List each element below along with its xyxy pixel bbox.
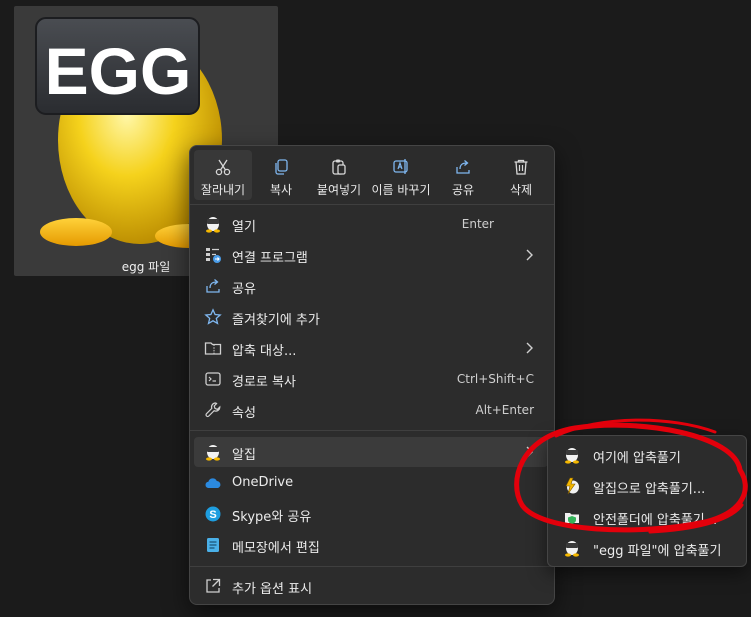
rename-icon — [393, 159, 408, 174]
menu-item-edit-notepad[interactable]: 메모장에서 편집 — [194, 530, 548, 560]
menu-item-open-shortcut: Enter — [461, 217, 494, 231]
menu-separator — [190, 430, 554, 431]
trash-icon — [514, 159, 528, 175]
more-options-icon — [206, 578, 221, 593]
context-menu: 잘라내기 복사 붙여넣기 이름 바꾸기 공유 삭제 열기 Enter 연결 프로… — [189, 145, 555, 605]
paste-icon — [332, 159, 346, 175]
alzip-icon — [565, 541, 579, 557]
rename-button[interactable]: 이름 바꾸기 — [371, 150, 431, 200]
menu-item-share-label: 공유 — [232, 282, 256, 297]
chevron-right-icon — [526, 249, 533, 261]
alzip-submenu: 여기에 압축풀기 알집으로 압축풀기... 안전폴더에 압축풀기... "egg… — [547, 435, 747, 567]
menu-item-properties-label: 속성 — [232, 406, 256, 421]
zip-folder-icon — [204, 342, 222, 355]
menu-item-share[interactable]: 공유 — [194, 271, 548, 301]
submenu-item-extract-here-label: 여기에 압축풀기 — [593, 451, 681, 466]
menu-separator — [190, 566, 554, 567]
share-icon — [206, 279, 220, 293]
copy-icon — [275, 159, 288, 175]
submenu-item-extract-safe-folder-label: 안전폴더에 압축풀기... — [593, 513, 718, 528]
alzip-icon — [565, 448, 579, 464]
menu-item-open-with-label: 연결 프로그램 — [232, 251, 308, 266]
alzip-icon — [206, 445, 220, 461]
menu-item-alzip[interactable]: 알집 — [194, 437, 548, 467]
scissors-icon — [215, 159, 231, 176]
submenu-item-extract-to-folder-label: "egg 파일"에 압축풀기 — [593, 544, 722, 559]
menu-item-add-favorite[interactable]: 즐겨찾기에 추가 — [194, 302, 548, 332]
chevron-right-icon — [526, 446, 533, 458]
menu-item-alzip-label: 알집 — [232, 448, 256, 463]
menu-separator — [190, 204, 554, 205]
menu-item-skype-share-label: Skype와 공유 — [232, 510, 312, 525]
skype-icon: S — [205, 506, 221, 522]
menu-item-properties[interactable]: 속성 Alt+Enter — [194, 395, 548, 425]
menu-item-add-favorite-label: 즐겨찾기에 추가 — [232, 313, 320, 328]
menu-item-copy-path-shortcut: Ctrl+Shift+C — [456, 372, 534, 386]
submenu-item-extract-with-alzip[interactable]: 알집으로 압축풀기... — [551, 471, 743, 501]
submenu-item-extract-with-alzip-label: 알집으로 압축풀기... — [593, 482, 706, 497]
submenu-item-extract-to-folder[interactable]: "egg 파일"에 압축풀기 — [551, 533, 743, 563]
delete-button[interactable]: 삭제 — [492, 150, 550, 200]
menu-item-copy-path-label: 경로로 복사 — [232, 375, 296, 390]
alzip-bolt-icon — [565, 477, 579, 495]
paste-button[interactable]: 붙여넣기 — [310, 150, 368, 200]
menu-item-edit-notepad-label: 메모장에서 편집 — [232, 541, 320, 556]
menu-item-open[interactable]: 열기 Enter — [194, 209, 548, 239]
star-icon — [204, 308, 222, 325]
alzip-icon — [206, 217, 220, 233]
menu-item-onedrive-label: OneDrive — [232, 475, 294, 490]
onedrive-icon — [205, 478, 221, 488]
menu-item-more-options-label: 추가 옵션 표시 — [232, 582, 313, 597]
submenu-item-extract-here[interactable]: 여기에 압축풀기 — [551, 440, 743, 470]
delete-label: 삭제 — [509, 183, 533, 197]
notepad-icon — [207, 538, 219, 552]
svg-text:S: S — [209, 509, 216, 521]
wrench-icon — [205, 402, 221, 418]
menu-item-onedrive[interactable]: OneDrive — [194, 468, 548, 498]
quick-action-bar: 잘라내기 복사 붙여넣기 이름 바꾸기 공유 삭제 — [190, 146, 554, 204]
menu-item-skype-share[interactable]: S Skype와 공유 — [194, 499, 548, 529]
copy-path-icon — [205, 372, 221, 386]
menu-item-copy-path[interactable]: 경로로 복사 Ctrl+Shift+C — [194, 364, 548, 394]
menu-item-more-options[interactable]: 추가 옵션 표시 — [194, 571, 548, 601]
menu-item-open-label: 열기 — [232, 220, 256, 235]
open-with-icon — [206, 248, 221, 263]
egg-thumbnail-text: EGG — [45, 34, 192, 108]
menu-item-open-with[interactable]: 연결 프로그램 — [194, 240, 548, 270]
chevron-right-icon — [526, 342, 533, 354]
menu-item-compress-to-label: 압축 대상... — [232, 344, 297, 359]
share-icon — [456, 160, 470, 174]
menu-item-properties-shortcut: Alt+Enter — [475, 403, 534, 417]
submenu-item-extract-safe-folder[interactable]: 안전폴더에 압축풀기... — [551, 502, 743, 532]
safe-folder-icon — [565, 513, 579, 524]
menu-item-compress-to[interactable]: 압축 대상... — [194, 333, 548, 363]
